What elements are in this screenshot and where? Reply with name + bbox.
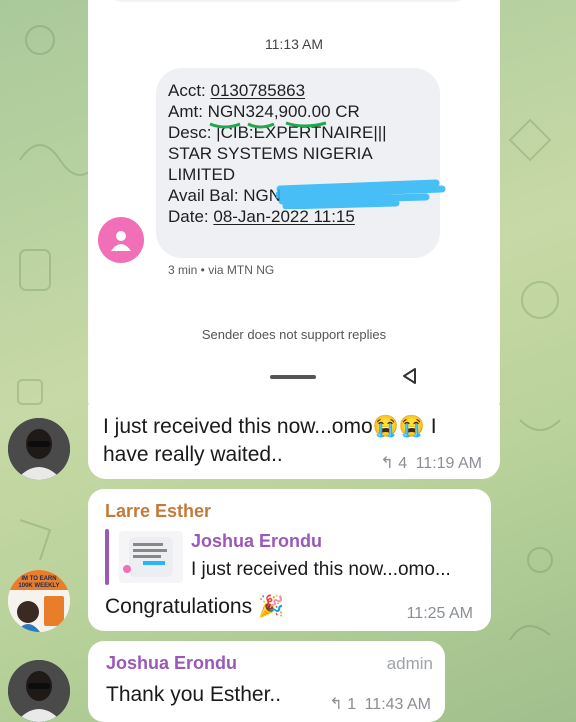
no-reply-notice: Sender does not support replies xyxy=(201,327,387,342)
quote-text: I just received this now...omo... xyxy=(191,559,451,580)
message-text: Thank you Esther.. xyxy=(106,683,282,706)
svg-text:IM TO EARN: IM TO EARN xyxy=(21,576,56,582)
green-underline-marks xyxy=(209,121,327,129)
profile-photo: IM TO EARN 100K WEEKLY xyxy=(8,570,70,632)
redaction-scribble xyxy=(276,179,446,209)
message-joshua-2[interactable]: Joshua Erondu admin Thank you Esther.. ↰… xyxy=(88,641,445,722)
person-icon xyxy=(111,231,131,251)
crying-emoji: 😭😭 xyxy=(372,415,425,438)
sms-time: 11:13 AM xyxy=(264,36,324,52)
message-larre[interactable]: Larre Esther Joshua Erondu I just receiv… xyxy=(88,489,491,631)
back-triangle-icon xyxy=(403,368,416,384)
reply-count[interactable]: 1 xyxy=(347,696,356,713)
quote-bar xyxy=(105,529,109,585)
previous-message-edge xyxy=(108,0,468,2)
sms-bubble: Acct: 0130785863 Amt: NGN324,900.00 CR D… xyxy=(156,68,446,258)
reply-count[interactable]: 4 xyxy=(398,455,407,472)
avatar-joshua-2[interactable] xyxy=(8,660,70,722)
thumbnail-image xyxy=(123,537,173,577)
avatar-joshua[interactable] xyxy=(8,418,70,480)
svg-text:100K WEEKLY: 100K WEEKLY xyxy=(18,583,59,589)
home-nav-pill xyxy=(270,375,316,379)
profile-photo xyxy=(8,418,70,480)
message-time: 11:43 AM xyxy=(364,696,431,713)
sender-name[interactable]: Larre Esther xyxy=(105,501,211,522)
party-popper-emoji: 🎉 xyxy=(257,595,285,618)
sms-meta: 3 min • via MTN NG xyxy=(168,263,275,277)
sms-acct-value[interactable]: 0130785863 xyxy=(211,81,306,100)
screenshot-image-bubble[interactable]: 11:13 AM Acct: 0130785863 Amt: NGN324,90… xyxy=(88,0,500,418)
message-joshua-1[interactable]: I just received this now...omo😭😭 I have … xyxy=(88,405,500,479)
admin-badge: admin xyxy=(386,654,433,673)
message-meta: ↰ 4 11:19 AM xyxy=(380,453,482,473)
reply-arrow-icon[interactable]: ↰ xyxy=(329,696,342,713)
sms-date-value[interactable]: 08-Jan-2022 11:15 xyxy=(213,207,354,226)
message-time: 11:19 AM xyxy=(415,455,482,472)
profile-photo xyxy=(8,660,70,722)
message-time: 11:25 AM xyxy=(406,605,473,622)
sender-name[interactable]: Joshua Erondu xyxy=(106,653,237,674)
sms-date-line: Date: 08-Jan-2022 11:15 xyxy=(168,207,355,226)
quote-thumbnail xyxy=(119,531,183,583)
sms-balance-line: Avail Bal: NGN xyxy=(168,179,446,209)
sms-amount-line: Amt: NGN324,900.00 CR xyxy=(168,101,428,129)
sms-sender-avatar xyxy=(98,217,144,263)
reply-arrow-icon[interactable]: ↰ xyxy=(380,455,393,472)
sms-desc-line-2: STAR SYSTEMS NIGERIA xyxy=(168,144,373,163)
sms-acct-line: Acct: 0130785863 xyxy=(168,81,306,100)
avatar-larre[interactable]: IM TO EARN 100K WEEKLY xyxy=(8,570,70,632)
message-meta: ↰ 1 11:43 AM xyxy=(329,694,431,714)
message-text: Congratulations 🎉 xyxy=(105,595,285,618)
quote-sender: Joshua Erondu xyxy=(191,531,323,551)
quoted-reply[interactable]: Joshua Erondu I just received this now..… xyxy=(105,529,485,585)
